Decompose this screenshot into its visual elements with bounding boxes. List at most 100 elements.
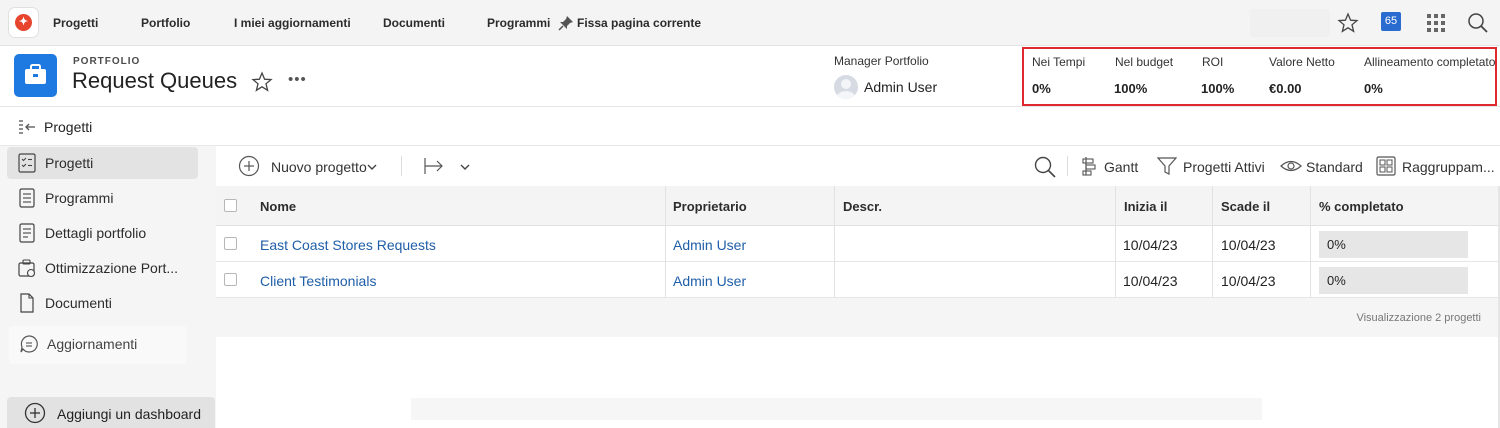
sidebar-item-portfolio-details[interactable]: Dettagli portfolio: [7, 217, 198, 249]
start-date-cell: 10/04/23: [1123, 237, 1178, 253]
due-date-cell: 10/04/23: [1221, 237, 1276, 253]
group-button[interactable]: Raggruppam...: [1376, 146, 1495, 186]
page-eyebrow: PORTFOLIO: [73, 56, 141, 67]
export-icon: [424, 158, 443, 174]
results-count: Visualizzazione 2 progetti: [1356, 312, 1481, 324]
list-toolbar: Nuovo progetto Gantt Progetti Attivi Sta…: [216, 145, 1500, 186]
chevron-down-icon: [367, 164, 377, 170]
group-icon: [1376, 156, 1396, 176]
more-options-button[interactable]: •••: [288, 71, 307, 88]
add-icon: [24, 402, 46, 424]
group-label: Raggruppam...: [1402, 159, 1495, 175]
owner-link[interactable]: Admin User: [673, 273, 746, 289]
filter-button[interactable]: Progetti Attivi: [1157, 146, 1267, 186]
sidebar: Progetti Programmi Dettagli portfolio Ot…: [0, 145, 216, 428]
gantt-button[interactable]: Gantt: [1080, 146, 1140, 186]
avatar: [834, 75, 858, 99]
sidebar-item-label: Ottimizzazione Port...: [45, 260, 179, 276]
column-divider: [1212, 186, 1213, 298]
nav-item-portfolio[interactable]: Portfolio: [141, 16, 190, 30]
search-icon[interactable]: [1467, 12, 1489, 34]
metric-label-net-value: Valore Netto: [1269, 55, 1335, 69]
nav-item-programmi[interactable]: Programmi: [487, 16, 550, 30]
updates-icon: [20, 335, 38, 353]
column-divider: [665, 186, 666, 298]
sidebar-item-label: Programmi: [45, 190, 114, 206]
column-header-due[interactable]: Scade il: [1221, 199, 1270, 214]
percent-complete-text: 0%: [1327, 273, 1346, 288]
nav-item-my-updates[interactable]: I miei aggiornamenti: [234, 16, 351, 30]
column-header-description[interactable]: Descr.: [843, 199, 882, 214]
metric-label-budget: Nel budget: [1115, 55, 1174, 69]
project-name-link[interactable]: Client Testimonials: [260, 273, 376, 289]
manager-name[interactable]: Admin User: [864, 79, 937, 95]
star-icon[interactable]: [1337, 12, 1359, 34]
document-icon: [20, 293, 34, 313]
column-header-percent-complete[interactable]: % completato: [1319, 199, 1404, 214]
table-row[interactable]: Client Testimonials Admin User 10/04/23 …: [216, 262, 1500, 298]
metric-value-budget: 100%: [1114, 81, 1148, 96]
new-project-label: Nuovo progetto: [271, 159, 367, 175]
table-row[interactable]: East Coast Stores Requests Admin User 10…: [216, 226, 1500, 262]
portfolio-icon: [14, 54, 57, 97]
nav-item-documenti[interactable]: Documenti: [383, 16, 445, 30]
select-all-checkbox[interactable]: [224, 199, 237, 212]
pin-icon[interactable]: [558, 15, 574, 31]
manager-label: Manager Portfolio: [834, 54, 929, 68]
sidebar-header: Progetti: [0, 107, 216, 145]
top-navigation: ✦ Progetti Portfolio I miei aggiornament…: [0, 0, 1500, 46]
metric-value-net-value: €0.00: [1269, 81, 1302, 96]
app-grid-icon[interactable]: [1425, 12, 1447, 34]
chevron-down-icon: [460, 164, 470, 170]
sidebar-header-label: Progetti: [44, 119, 93, 135]
metric-label-roi: ROI: [1202, 55, 1224, 69]
due-date-cell: 10/04/23: [1221, 273, 1276, 289]
metric-label-on-time: Nei Tempi: [1032, 55, 1086, 69]
metric-value-roi: 100%: [1201, 81, 1235, 96]
projects-icon: [18, 153, 36, 173]
project-name-link[interactable]: East Coast Stores Requests: [260, 237, 436, 253]
column-divider: [1310, 186, 1311, 298]
toolbar-divider: [401, 156, 402, 176]
percent-complete-bar: 0%: [1319, 267, 1468, 294]
pin-page-button[interactable]: Fissa pagina corrente: [577, 16, 701, 30]
toolbar-divider: [1067, 156, 1068, 176]
sidebar-item-label: Dettagli portfolio: [45, 225, 147, 241]
view-label: Standard: [1306, 159, 1363, 175]
add-icon: [238, 155, 260, 177]
view-button[interactable]: Standard: [1280, 146, 1363, 186]
sidebar-item-progetti[interactable]: Progetti: [7, 147, 198, 179]
nav-placeholder: [1250, 9, 1330, 37]
export-button[interactable]: [422, 146, 474, 186]
sidebar-item-label: Aggiornamenti: [47, 336, 138, 352]
sidebar-item-label: Progetti: [45, 155, 94, 171]
owner-link[interactable]: Admin User: [673, 237, 746, 253]
notifications-badge[interactable]: 65: [1381, 12, 1401, 31]
new-project-button[interactable]: Nuovo progetto: [238, 146, 388, 186]
add-dashboard-label: Aggiungi un dashboard: [57, 406, 202, 422]
filter-icon: [1157, 157, 1177, 175]
page-title: Request Queues: [72, 68, 238, 93]
row-checkbox[interactable]: [224, 237, 237, 250]
search-icon[interactable]: [1033, 155, 1057, 179]
sidebar-item-optimization[interactable]: Ottimizzazione Port...: [7, 252, 198, 284]
start-date-cell: 10/04/23: [1123, 273, 1178, 289]
programs-icon: [19, 188, 35, 208]
metrics-panel: Nei Tempi 0% Nel budget 100% ROI 100% Va…: [1022, 47, 1497, 106]
app-logo-icon[interactable]: ✦: [9, 8, 38, 37]
row-checkbox[interactable]: [224, 273, 237, 286]
sidebar-item-label: Documenti: [45, 295, 112, 311]
add-dashboard-button[interactable]: Aggiungi un dashboard: [7, 397, 215, 428]
column-header-owner[interactable]: Proprietario: [673, 199, 747, 214]
metric-value-on-time: 0%: [1032, 81, 1051, 96]
collapse-sidebar-icon[interactable]: [18, 118, 36, 136]
favorite-star-icon[interactable]: [251, 71, 273, 93]
column-header-name[interactable]: Nome: [260, 199, 296, 214]
gantt-icon: [1082, 157, 1096, 176]
nav-item-progetti[interactable]: Progetti: [53, 16, 98, 30]
gantt-label: Gantt: [1104, 159, 1139, 175]
sidebar-item-documenti[interactable]: Documenti: [7, 287, 198, 319]
column-header-start[interactable]: Inizia il: [1124, 199, 1167, 214]
sidebar-item-programmi[interactable]: Programmi: [7, 182, 198, 214]
sidebar-item-aggiornamenti[interactable]: Aggiornamenti: [9, 326, 187, 364]
